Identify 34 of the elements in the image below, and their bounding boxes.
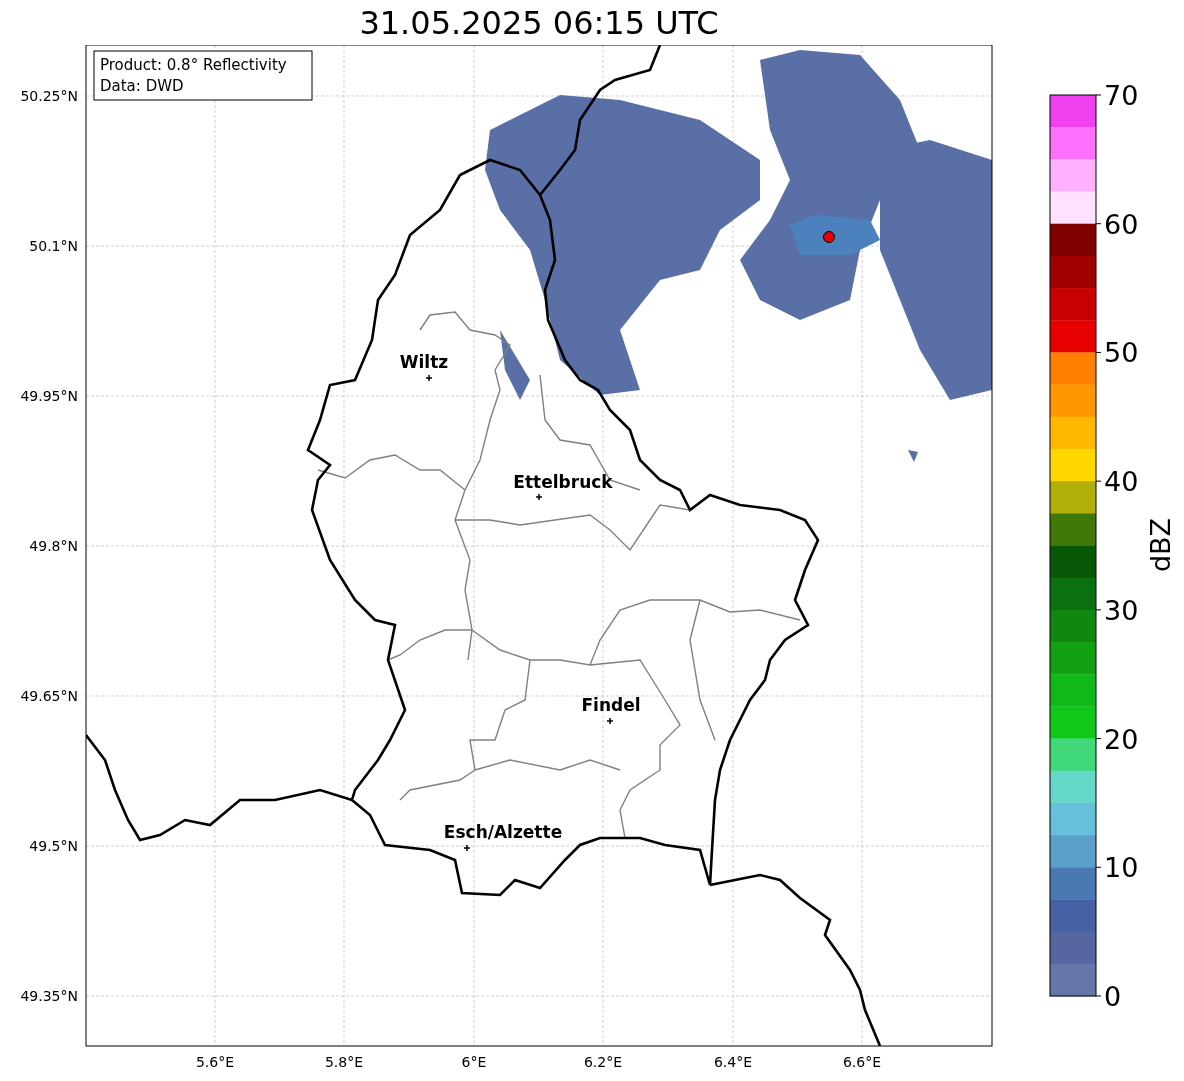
city-label: Esch/Alzette <box>443 822 563 842</box>
colorbar-tick-label: 30 <box>1104 594 1139 626</box>
axis-tick-label: 6.4°E <box>713 1054 753 1070</box>
radar-site-marker <box>823 231 835 243</box>
city-marker <box>535 493 543 501</box>
axis-tick-label: 49.65°N <box>20 688 78 704</box>
colorbar-tick-label: 40 <box>1104 466 1139 498</box>
axis-tick-label: 6.2°E <box>583 1054 623 1070</box>
axis-tick-label: 49.95°N <box>20 388 78 404</box>
colorbar-tick-label: 60 <box>1104 208 1139 240</box>
axis-tick-label: 6.6°E <box>842 1054 882 1070</box>
colorbar-tick-label: 10 <box>1104 852 1139 884</box>
axis-tick-label: 49.35°N <box>20 988 78 1004</box>
legend-text: Data: DWD <box>100 77 184 95</box>
city-label: Ettelbruck <box>513 472 613 492</box>
legend-text: Product: 0.8° Reflectivity <box>100 56 287 74</box>
axis-tick-label: 5.8°E <box>324 1054 364 1070</box>
city-marker <box>606 717 614 725</box>
axis-tick-label: 6°E <box>461 1054 487 1070</box>
axis-tick-label: 5.6°E <box>195 1054 235 1070</box>
chart-title: 31.05.2025 06:15 UTC <box>359 2 719 43</box>
colorbar-label: dBZ <box>1145 517 1176 573</box>
axis-tick-label: 49.8°N <box>29 538 78 554</box>
city-label: Wiltz <box>399 352 449 372</box>
axis-tick-label: 49.5°N <box>29 838 78 854</box>
axis-tick-label: 50.1°N <box>29 238 78 254</box>
city-marker <box>425 374 433 382</box>
colorbar-tick-label: 70 <box>1104 80 1139 111</box>
city-marker <box>463 844 471 852</box>
axis-tick-label: 50.25°N <box>20 88 78 104</box>
colorbar-tick-label: 0 <box>1104 981 1122 1012</box>
colorbar-tick-label: 50 <box>1104 337 1139 369</box>
colorbar-tick-label: 20 <box>1104 723 1139 755</box>
city-label: Findel <box>581 695 641 715</box>
